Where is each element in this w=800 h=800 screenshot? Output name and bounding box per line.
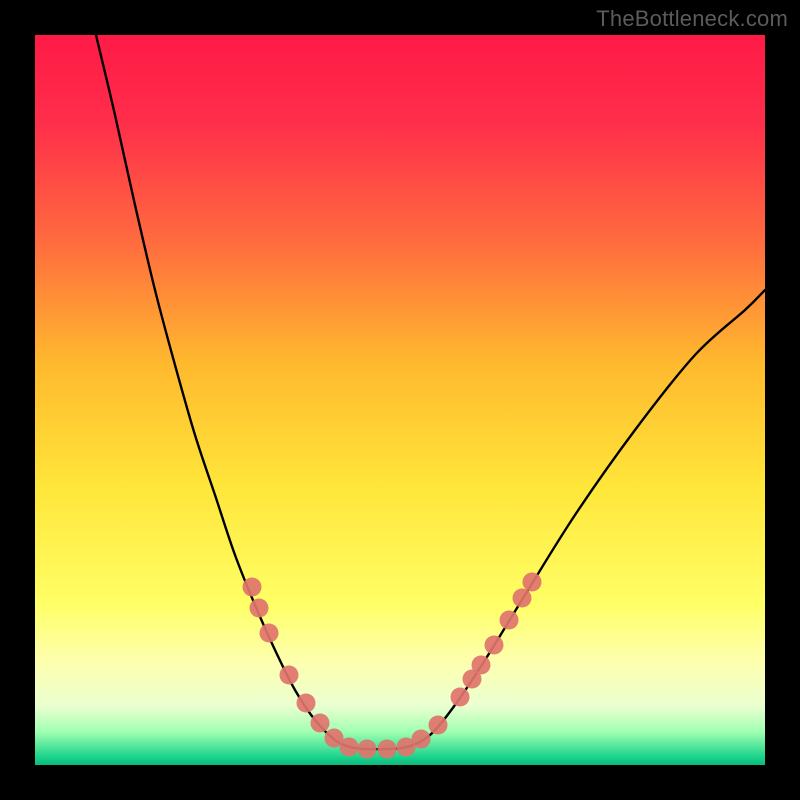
data-point bbox=[485, 636, 504, 655]
data-point bbox=[523, 573, 542, 592]
data-point bbox=[378, 740, 397, 759]
data-point bbox=[250, 599, 269, 618]
plot-area bbox=[35, 35, 765, 765]
data-point bbox=[358, 740, 377, 759]
frame-bottom bbox=[0, 765, 800, 800]
bottleneck-curve bbox=[96, 35, 765, 749]
frame-left bbox=[0, 0, 35, 800]
data-point bbox=[260, 624, 279, 643]
data-point bbox=[243, 578, 262, 597]
frame-right bbox=[765, 0, 800, 800]
data-point bbox=[429, 716, 448, 735]
data-point bbox=[297, 694, 316, 713]
data-point bbox=[500, 611, 519, 630]
data-point bbox=[340, 738, 359, 757]
data-dots bbox=[243, 573, 542, 759]
data-point bbox=[451, 688, 470, 707]
chart-svg bbox=[35, 35, 765, 765]
data-point bbox=[472, 656, 491, 675]
data-point bbox=[412, 730, 431, 749]
watermark-text: TheBottleneck.com bbox=[596, 6, 788, 32]
data-point bbox=[513, 589, 532, 608]
data-point bbox=[311, 714, 330, 733]
data-point bbox=[280, 666, 299, 685]
